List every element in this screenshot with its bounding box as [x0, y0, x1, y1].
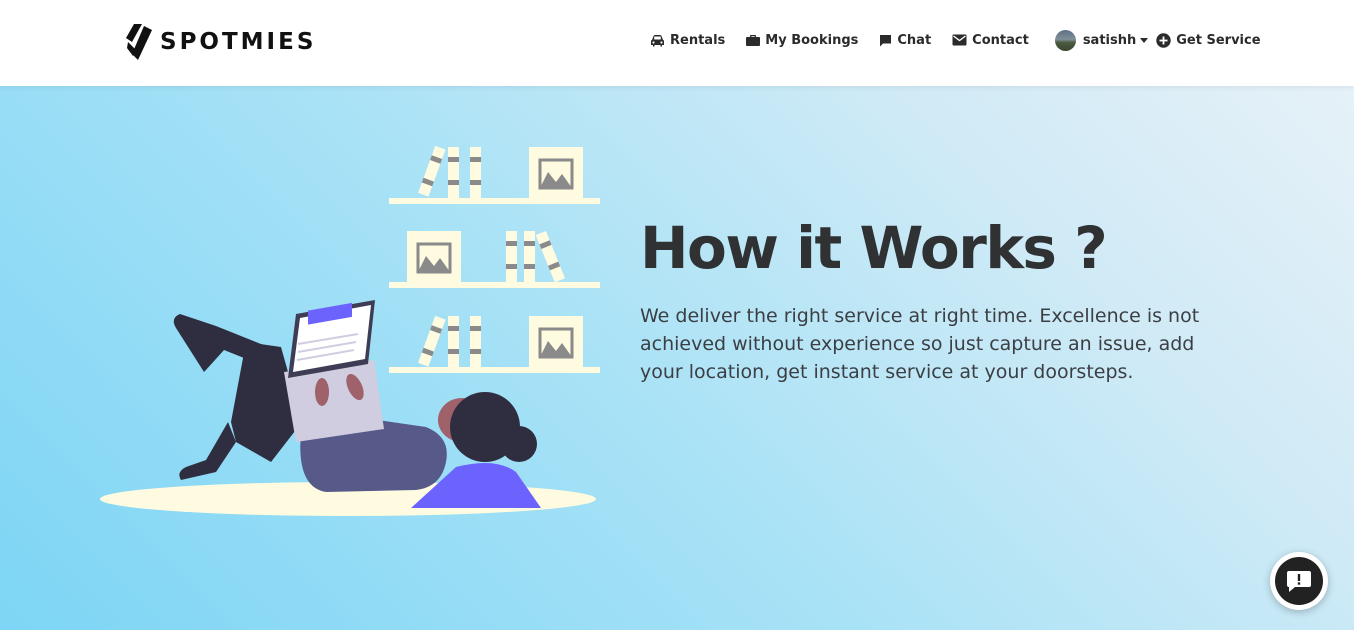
briefcase-icon — [746, 35, 761, 46]
user-name: satishh — [1082, 32, 1137, 48]
hero-title: How it Works ? — [640, 214, 1108, 282]
plus-circle-icon — [1156, 32, 1171, 48]
nav-chat-label: Chat — [897, 32, 932, 48]
nav-my-bookings[interactable]: My Bookings — [746, 33, 858, 48]
brand-name: SPOTMIES — [160, 29, 317, 55]
nav-my-bookings-label: My Bookings — [765, 32, 859, 48]
car-icon — [651, 34, 664, 46]
avatar — [1054, 29, 1076, 51]
feedback-button[interactable] — [1270, 552, 1328, 610]
top-navbar: SPOTMIES Rentals My Bookings Chat Contac… — [0, 0, 1354, 86]
person-with-laptop-illustration — [100, 145, 600, 516]
hero-description: We deliver the right service at right ti… — [640, 305, 1200, 383]
nav-contact[interactable]: Contact — [952, 33, 1029, 48]
chevron-down-icon — [1140, 37, 1149, 43]
chat-icon — [880, 34, 892, 46]
user-menu-dropdown[interactable]: satishh — [1054, 29, 1149, 51]
nav-chat[interactable]: Chat — [879, 33, 931, 48]
feedback-icon — [1275, 557, 1323, 605]
brand-logo[interactable]: SPOTMIES — [124, 22, 316, 62]
get-service-button[interactable]: Get Service — [1156, 32, 1261, 48]
get-service-label: Get Service — [1176, 32, 1261, 48]
main-nav: Rentals My Bookings Chat Contact satishh — [650, 28, 1261, 52]
nav-contact-label: Contact — [972, 32, 1029, 48]
envelope-icon — [952, 34, 967, 46]
spotmies-logo-icon — [126, 24, 152, 60]
nav-rentals-label: Rentals — [670, 32, 726, 48]
nav-rentals[interactable]: Rentals — [650, 33, 725, 48]
how-it-works-section: How it Works ? We deliver the right serv… — [0, 86, 1354, 630]
bookshelf-illustration — [389, 145, 600, 373]
